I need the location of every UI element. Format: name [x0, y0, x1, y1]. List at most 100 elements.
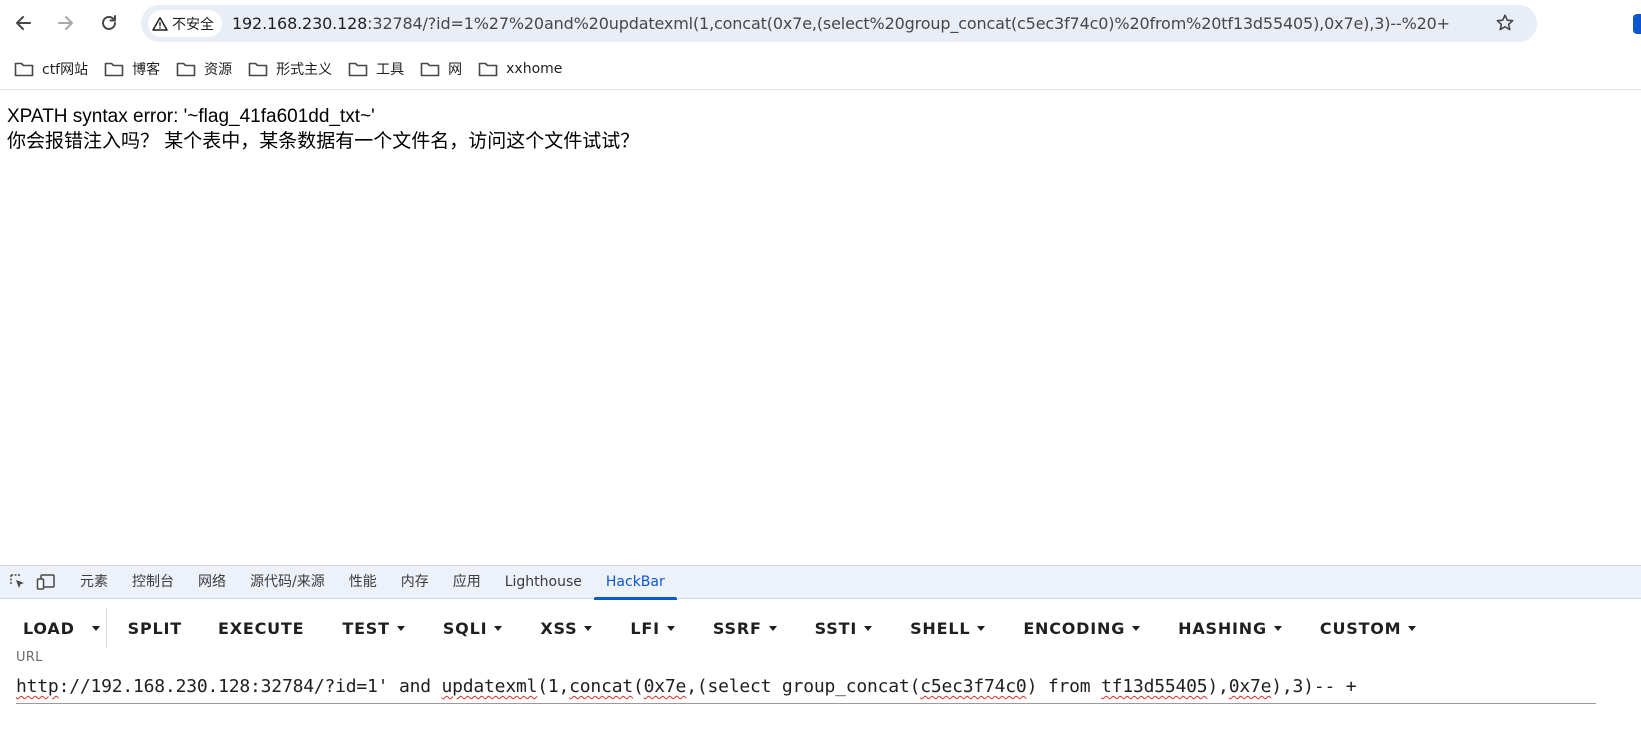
hashing-menu-button[interactable]: HASHING [1167, 608, 1293, 648]
url-segment: ),3)-- + [1271, 676, 1357, 697]
security-label: 不安全 [172, 16, 214, 33]
ssti-menu-button[interactable]: SSTI [804, 608, 883, 648]
load-button[interactable]: LOAD [12, 608, 86, 648]
url-segment: ,(select group_concat( [686, 676, 921, 697]
url-segment: ), [1207, 676, 1229, 697]
tab-memory[interactable]: 内存 [389, 566, 441, 599]
reload-icon[interactable] [94, 8, 124, 38]
url-segment: concat [569, 676, 633, 697]
bookmark-label: xxhome [506, 60, 563, 77]
folder-icon [14, 62, 34, 76]
hackbar-url-field: URL http://192.168.230.128:32784/?id=1' … [16, 650, 1596, 710]
forward-arrow-icon[interactable] [51, 8, 81, 38]
execute-button[interactable]: EXECUTE [207, 608, 315, 648]
bookmark-folder[interactable]: 网 [418, 55, 470, 83]
security-chip[interactable]: 不安全 [148, 10, 222, 37]
star-icon[interactable] [1493, 11, 1517, 35]
bookmark-folder[interactable]: 工具 [346, 55, 412, 83]
menu-label: SHELL [910, 618, 971, 638]
menu-label: LFI [630, 618, 660, 638]
bookmark-label: ctf网站 [42, 61, 89, 78]
url-segment: ( [632, 676, 644, 697]
xss-menu-button[interactable]: XSS [529, 608, 603, 648]
hackbar-toolbar: LOAD SPLIT EXECUTE TEST SQLI XSS LFI SSR… [0, 599, 1641, 657]
bookmark-folder[interactable]: 博客 [102, 55, 168, 83]
menu-label: SSTI [814, 618, 858, 638]
chevron-down-icon [1273, 625, 1282, 631]
encoding-menu-button[interactable]: ENCODING [1012, 608, 1151, 648]
chevron-down-icon [584, 625, 593, 631]
tab-network[interactable]: 网络 [186, 566, 238, 599]
devtools-tab-bar: 元素 控制台 网络 源代码/来源 性能 内存 应用 Lighthouse Hac… [0, 566, 1641, 600]
menu-label: CUSTOM [1319, 618, 1402, 638]
url-input[interactable]: http://192.168.230.128:32784/?id=1' and … [16, 676, 1596, 704]
chevron-down-icon [396, 625, 405, 631]
bookmark-folder[interactable]: 形式主义 [246, 55, 340, 83]
bookmark-label: 网 [448, 61, 463, 78]
menu-label: XSS [540, 618, 578, 638]
bookmark-label: 博客 [132, 61, 161, 78]
url-segment: c5ec3f74c0 [920, 676, 1027, 697]
folder-icon [248, 62, 268, 76]
split-button[interactable]: SPLIT [117, 608, 193, 648]
chevron-down-icon [977, 625, 986, 631]
bookmark-label: 形式主义 [276, 61, 333, 78]
sqli-menu-button[interactable]: SQLI [432, 608, 513, 648]
back-arrow-icon[interactable] [8, 8, 38, 38]
menu-label: TEST [342, 618, 390, 638]
bookmarks-bar: ctf网站 博客 资源 形式主义 工具 网 xxhome [0, 48, 1641, 90]
shell-menu-button[interactable]: SHELL [899, 608, 996, 648]
device-toolbar-icon[interactable] [34, 570, 58, 594]
url-segment: updatexml [441, 676, 538, 697]
error-message: XPATH syntax error: '~flag_41fa601dd_txt… [7, 106, 375, 127]
tab-console[interactable]: 控制台 [120, 566, 186, 599]
url-field-label: URL [16, 650, 43, 665]
chevron-down-icon [1132, 625, 1141, 631]
bookmark-folder[interactable]: ctf网站 [12, 55, 96, 83]
profile-edge-indicator [1633, 14, 1641, 34]
folder-icon [176, 62, 196, 76]
tab-performance[interactable]: 性能 [337, 566, 389, 599]
ssrf-menu-button[interactable]: SSRF [702, 608, 788, 648]
tab-hackbar[interactable]: HackBar [593, 566, 677, 600]
menu-label: ENCODING [1023, 618, 1126, 638]
hint-text: 你会报错注入吗？ 某个表中，某条数据有一个文件名，访问这个文件试试？ [7, 131, 640, 152]
url-segment: ://192.168.230.128:32784/?id=1' and [58, 676, 442, 697]
inspect-element-icon[interactable] [6, 570, 30, 594]
lfi-menu-button[interactable]: LFI [619, 608, 685, 648]
url-segment: ) from [1026, 676, 1102, 697]
address-text[interactable]: 192.168.230.128:32784/?id=1%27%20and%20u… [232, 14, 1467, 33]
custom-menu-button[interactable]: CUSTOM [1309, 608, 1428, 648]
bookmark-label: 工具 [376, 61, 405, 78]
bookmark-folder[interactable]: 资源 [174, 55, 240, 83]
url-segment: tf13d55405 [1101, 676, 1208, 697]
chevron-down-icon [1408, 625, 1417, 631]
address-host: 192.168.230.128 [232, 14, 368, 33]
page-content: XPATH syntax error: '~flag_41fa601dd_txt… [0, 92, 1641, 565]
url-segment: 0x7e [643, 676, 687, 697]
url-segment: http [16, 676, 59, 697]
address-path: :32784/?id=1%27%20and%20updatexml(1,conc… [367, 14, 1450, 33]
devtools-panel: 元素 控制台 网络 源代码/来源 性能 内存 应用 Lighthouse Hac… [0, 565, 1641, 755]
chevron-down-icon [864, 625, 873, 631]
url-segment: (1, [537, 676, 570, 697]
bookmark-folder[interactable]: xxhome [476, 55, 570, 83]
chevron-down-icon [768, 625, 777, 631]
tab-application[interactable]: 应用 [441, 566, 493, 599]
chevron-down-icon [494, 625, 503, 631]
folder-icon [348, 62, 368, 76]
address-bar[interactable]: 不安全 192.168.230.128:32784/?id=1%27%20and… [141, 5, 1537, 42]
url-segment: 0x7e [1228, 676, 1272, 697]
folder-icon [478, 62, 498, 76]
chevron-down-icon [666, 625, 675, 631]
warning-triangle-icon [152, 16, 168, 31]
tab-elements[interactable]: 元素 [68, 566, 120, 599]
test-menu-button[interactable]: TEST [331, 608, 415, 648]
load-dropdown-chevron-icon[interactable] [86, 608, 106, 648]
browser-toolbar: 不安全 192.168.230.128:32784/?id=1%27%20and… [0, 0, 1641, 46]
bookmark-label: 资源 [204, 61, 233, 78]
tab-sources[interactable]: 源代码/来源 [238, 566, 337, 599]
tab-lighthouse[interactable]: Lighthouse [493, 566, 594, 599]
menu-label: SQLI [442, 618, 488, 638]
folder-icon [420, 62, 440, 76]
